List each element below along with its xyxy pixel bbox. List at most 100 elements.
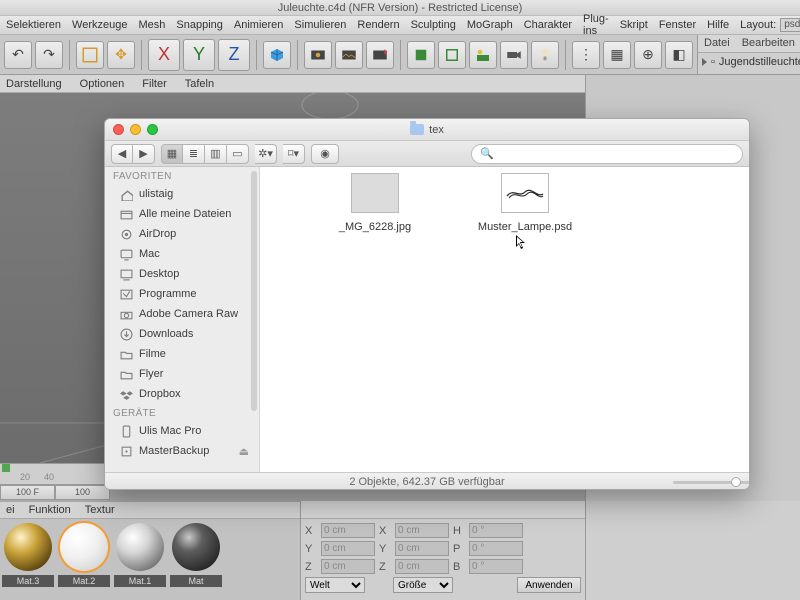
eject-icon[interactable]: ⏏ [239, 445, 249, 458]
coord-field[interactable] [469, 541, 523, 556]
frame-left[interactable]: 100 F [0, 485, 55, 500]
coord-field[interactable] [395, 523, 449, 538]
finder-search[interactable]: 🔍 [471, 144, 743, 164]
coord-mode-1[interactable]: Welt [305, 577, 365, 593]
start-marker[interactable] [2, 464, 10, 472]
x-axis-button[interactable]: X [148, 39, 180, 71]
coord-field[interactable] [469, 523, 523, 538]
column-view-button[interactable]: ▥ [205, 144, 227, 164]
sidebar-item-programme[interactable]: Programme [105, 284, 259, 304]
menu-simulieren[interactable]: Simulieren [294, 19, 346, 31]
deformer-button[interactable] [438, 41, 466, 69]
coord-field[interactable] [469, 559, 523, 574]
menu-mograph[interactable]: MoGraph [467, 19, 513, 31]
menu-fenster[interactable]: Fenster [659, 19, 696, 31]
scene-item-label[interactable]: Jugendstilleuchte [719, 56, 800, 68]
sidebar-item-adobe-camera-raw[interactable]: Adobe Camera Raw [105, 304, 259, 324]
render-settings-button[interactable] [366, 41, 394, 69]
sidebar-device-masterbackup[interactable]: MasterBackup⏏ [105, 441, 259, 461]
undo-button[interactable]: ↶ [4, 41, 32, 69]
coord-mode-2[interactable]: Größe [393, 577, 453, 593]
sidebar-device-ulis-mac-pro[interactable]: Ulis Mac Pro [105, 421, 259, 441]
dropbox-menu-button[interactable]: ⌑▾ [283, 144, 305, 164]
sidebar-item-dropbox[interactable]: Dropbox [105, 384, 259, 404]
icon-size-slider[interactable] [673, 477, 741, 487]
icon-view-button[interactable]: ▦ [161, 144, 183, 164]
light-button[interactable] [531, 41, 559, 69]
back-button[interactable]: ◀ [111, 144, 133, 164]
coordinate-manager: XXHYYPZZBWeltGrößeAnwenden [300, 501, 585, 600]
y-axis-button[interactable]: Y [183, 39, 215, 71]
coord-field[interactable] [321, 541, 375, 556]
vtab-optionen[interactable]: Optionen [80, 78, 125, 90]
coord-field[interactable] [321, 559, 375, 574]
mtab-funktion[interactable]: Funktion [29, 504, 71, 516]
action-menu-button[interactable]: ✲▾ [255, 144, 277, 164]
list-view-button[interactable]: ≣ [183, 144, 205, 164]
render-view-button[interactable] [304, 41, 332, 69]
finder-titlebar[interactable]: tex [105, 119, 749, 141]
material-1[interactable]: Mat.2 [58, 521, 110, 593]
coverflow-view-button[interactable]: ▭ [227, 144, 249, 164]
sidebar-item-desktop[interactable]: Desktop [105, 264, 259, 284]
environment-button[interactable] [469, 41, 497, 69]
sidebar-item-mac[interactable]: Mac [105, 244, 259, 264]
sidebar-scrollbar[interactable] [251, 171, 257, 468]
menu-animieren[interactable]: Animieren [234, 19, 284, 31]
vtab-tafeln[interactable]: Tafeln [185, 78, 214, 90]
layout-select[interactable]: psd [780, 18, 800, 32]
coord-field[interactable] [395, 559, 449, 574]
sidebar-item-ulistaig[interactable]: ulistaig [105, 184, 259, 204]
om-tab-bearbeiten[interactable]: Bearbeiten [736, 35, 800, 52]
generator-button[interactable] [407, 41, 435, 69]
misc-3-button[interactable]: ⊕ [634, 41, 662, 69]
vtab-filter[interactable]: Filter [142, 78, 166, 90]
coord-field[interactable] [395, 541, 449, 556]
misc-4-button[interactable]: ◧ [665, 41, 693, 69]
menu-charakter[interactable]: Charakter [524, 19, 572, 31]
mtab-ei[interactable]: ei [6, 504, 15, 516]
sidebar-item-flyer[interactable]: Flyer [105, 364, 259, 384]
sidebar-item-downloads[interactable]: Downloads [105, 324, 259, 344]
forward-button[interactable]: ▶ [133, 144, 155, 164]
file-item[interactable]: Muster_Lampe.psd [450, 173, 600, 233]
menu-plugins[interactable]: Plug-ins [583, 13, 609, 37]
camera-button[interactable] [500, 41, 528, 69]
menu-rendern[interactable]: Rendern [357, 19, 399, 31]
menu-snapping[interactable]: Snapping [176, 19, 223, 31]
apply-button[interactable]: Anwenden [517, 577, 581, 593]
close-window-button[interactable] [113, 124, 124, 135]
render-picture-button[interactable] [335, 41, 363, 69]
material-3[interactable]: Mat [170, 521, 222, 593]
search-input[interactable] [498, 148, 734, 160]
share-button[interactable]: ◉ [311, 144, 339, 164]
material-2[interactable]: Mat.1 [114, 521, 166, 593]
file-item[interactable]: _MG_6228.jpg [300, 173, 450, 233]
expand-icon[interactable] [702, 58, 707, 66]
cube-primitive-button[interactable] [263, 41, 291, 69]
mtab-textur[interactable]: Textur [85, 504, 115, 516]
minimize-window-button[interactable] [130, 124, 141, 135]
finder-content[interactable]: _MG_6228.jpgMuster_Lampe.psd [260, 167, 749, 472]
zoom-window-button[interactable] [147, 124, 158, 135]
frame-right[interactable]: 100 [55, 485, 110, 500]
menu-werkzeuge[interactable]: Werkzeuge [72, 19, 127, 31]
material-0[interactable]: Mat.3 [2, 521, 54, 593]
z-axis-button[interactable]: Z [218, 39, 250, 71]
misc-2-button[interactable]: ▦ [603, 41, 631, 69]
vtab-darstellung[interactable]: Darstellung [6, 78, 62, 90]
menu-hilfe[interactable]: Hilfe [707, 19, 729, 31]
redo-button[interactable]: ↷ [35, 41, 63, 69]
sidebar-item-alle-meine-dateien[interactable]: Alle meine Dateien [105, 204, 259, 224]
menu-mesh[interactable]: Mesh [138, 19, 165, 31]
select-tool[interactable] [76, 41, 104, 69]
menu-sculpting[interactable]: Sculpting [411, 19, 456, 31]
coord-field[interactable] [321, 523, 375, 538]
om-tab-datei[interactable]: Datei [698, 35, 736, 52]
sidebar-item-airdrop[interactable]: AirDrop [105, 224, 259, 244]
misc-1-button[interactable]: ⋮ [572, 41, 600, 69]
menu-skript[interactable]: Skript [620, 19, 648, 31]
move-tool[interactable]: ✥ [107, 41, 135, 69]
sidebar-item-filme[interactable]: Filme [105, 344, 259, 364]
menu-selektieren[interactable]: Selektieren [6, 19, 61, 31]
